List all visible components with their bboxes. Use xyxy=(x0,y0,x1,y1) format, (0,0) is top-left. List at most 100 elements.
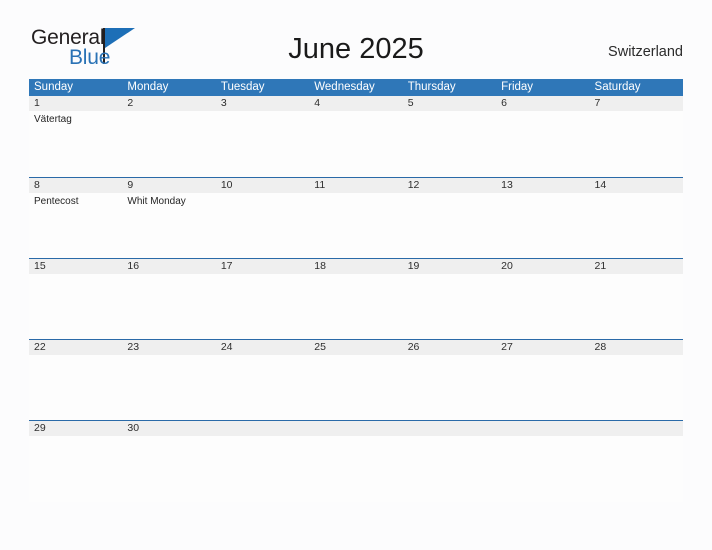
day-cell[interactable]: Pentecost xyxy=(29,193,122,259)
day-cell[interactable] xyxy=(496,193,589,259)
date-number[interactable]: 29 xyxy=(29,421,122,436)
date-number[interactable]: 14 xyxy=(590,178,683,193)
day-cell[interactable] xyxy=(496,111,589,177)
date-number[interactable]: 30 xyxy=(122,421,215,436)
date-number[interactable]: 7 xyxy=(590,96,683,111)
weekday-header-monday: Monday xyxy=(127,81,169,93)
date-number[interactable]: 12 xyxy=(403,178,496,193)
week-date-band: 29 30 xyxy=(29,420,683,436)
week-date-band: 8 9 10 11 12 13 14 xyxy=(29,177,683,193)
event-label: Pentecost xyxy=(34,196,79,207)
weekday-header-wednesday: Wednesday xyxy=(314,81,375,93)
week-events-band xyxy=(29,274,683,340)
day-cell[interactable] xyxy=(216,436,309,502)
date-number[interactable]: 2 xyxy=(122,96,215,111)
page-title: June 2025 xyxy=(288,33,424,65)
date-number[interactable]: 27 xyxy=(496,340,589,355)
week-row: 8 9 10 11 12 13 14 Pentecost Whit Monday xyxy=(29,177,683,259)
day-cell[interactable]: Vätertag xyxy=(29,111,122,177)
week-row: 29 30 xyxy=(29,420,683,502)
date-number[interactable]: 24 xyxy=(216,340,309,355)
day-cell[interactable] xyxy=(403,274,496,340)
day-cell[interactable] xyxy=(309,193,402,259)
date-number[interactable]: 10 xyxy=(216,178,309,193)
day-cell[interactable] xyxy=(590,111,683,177)
week-row: 1 2 3 4 5 6 7 Vätertag xyxy=(29,96,683,177)
date-number[interactable]: 17 xyxy=(216,259,309,274)
date-number[interactable]: 25 xyxy=(309,340,402,355)
day-cell[interactable] xyxy=(590,436,683,502)
date-number[interactable] xyxy=(309,421,402,436)
day-cell[interactable] xyxy=(122,436,215,502)
date-number[interactable]: 9 xyxy=(122,178,215,193)
week-date-band: 22 23 24 25 26 27 28 xyxy=(29,339,683,355)
day-cell[interactable] xyxy=(29,274,122,340)
date-number[interactable]: 11 xyxy=(309,178,402,193)
day-cell[interactable] xyxy=(590,193,683,259)
day-cell[interactable] xyxy=(122,111,215,177)
date-number[interactable]: 4 xyxy=(309,96,402,111)
date-number[interactable]: 18 xyxy=(309,259,402,274)
date-number[interactable]: 3 xyxy=(216,96,309,111)
day-cell[interactable] xyxy=(403,193,496,259)
date-number[interactable] xyxy=(496,421,589,436)
day-cell[interactable] xyxy=(590,274,683,340)
date-number[interactable]: 6 xyxy=(496,96,589,111)
date-number[interactable]: 28 xyxy=(590,340,683,355)
day-cell[interactable] xyxy=(590,355,683,421)
day-cell[interactable] xyxy=(216,274,309,340)
day-cell[interactable] xyxy=(216,111,309,177)
weekday-header-saturday: Saturday xyxy=(594,81,641,93)
calendar-page: General Blue June 2025 Switzerland Sunda… xyxy=(0,0,712,550)
country-label: Switzerland xyxy=(608,44,683,60)
date-number[interactable]: 21 xyxy=(590,259,683,274)
event-label: Vätertag xyxy=(34,114,72,125)
day-cell[interactable] xyxy=(309,436,402,502)
day-cell[interactable] xyxy=(122,355,215,421)
date-number[interactable]: 22 xyxy=(29,340,122,355)
day-cell[interactable] xyxy=(496,436,589,502)
date-number[interactable]: 26 xyxy=(403,340,496,355)
weekday-header-thursday: Thursday xyxy=(407,81,456,93)
week-date-band: 1 2 3 4 5 6 7 xyxy=(29,96,683,111)
day-cell[interactable] xyxy=(496,274,589,340)
day-cell[interactable] xyxy=(122,274,215,340)
day-cell[interactable]: Whit Monday xyxy=(122,193,215,259)
day-cell[interactable] xyxy=(309,111,402,177)
weekday-header-friday: Friday xyxy=(501,81,534,93)
event-label: Whit Monday xyxy=(127,196,186,207)
page-header: General Blue June 2025 Switzerland xyxy=(29,26,683,72)
weekday-header-sunday: Sunday xyxy=(34,81,74,93)
date-number[interactable]: 19 xyxy=(403,259,496,274)
date-number[interactable]: 23 xyxy=(122,340,215,355)
day-cell[interactable] xyxy=(496,355,589,421)
day-cell[interactable] xyxy=(403,436,496,502)
calendar-grid: Sunday Monday Tuesday Wednesday Thursday… xyxy=(29,79,683,502)
week-events-band xyxy=(29,355,683,421)
date-number[interactable] xyxy=(590,421,683,436)
date-number[interactable]: 16 xyxy=(122,259,215,274)
day-cell[interactable] xyxy=(309,274,402,340)
day-cell[interactable] xyxy=(403,355,496,421)
day-cell[interactable] xyxy=(309,355,402,421)
date-number[interactable]: 5 xyxy=(403,96,496,111)
day-cell[interactable] xyxy=(29,436,122,502)
week-row: 15 16 17 18 19 20 21 xyxy=(29,258,683,340)
date-number[interactable]: 15 xyxy=(29,259,122,274)
date-number[interactable]: 20 xyxy=(496,259,589,274)
date-number[interactable]: 1 xyxy=(29,96,122,111)
day-cell[interactable] xyxy=(29,355,122,421)
week-events-band: Vätertag xyxy=(29,111,683,177)
date-number[interactable] xyxy=(216,421,309,436)
date-number[interactable]: 8 xyxy=(29,178,122,193)
week-date-band: 15 16 17 18 19 20 21 xyxy=(29,258,683,274)
week-events-band xyxy=(29,436,683,502)
date-number[interactable] xyxy=(403,421,496,436)
day-cell[interactable] xyxy=(403,111,496,177)
weekday-header-row: Sunday Monday Tuesday Wednesday Thursday… xyxy=(29,79,683,96)
week-events-band: Pentecost Whit Monday xyxy=(29,193,683,259)
weekday-header-tuesday: Tuesday xyxy=(220,81,265,93)
day-cell[interactable] xyxy=(216,355,309,421)
day-cell[interactable] xyxy=(216,193,309,259)
date-number[interactable]: 13 xyxy=(496,178,589,193)
